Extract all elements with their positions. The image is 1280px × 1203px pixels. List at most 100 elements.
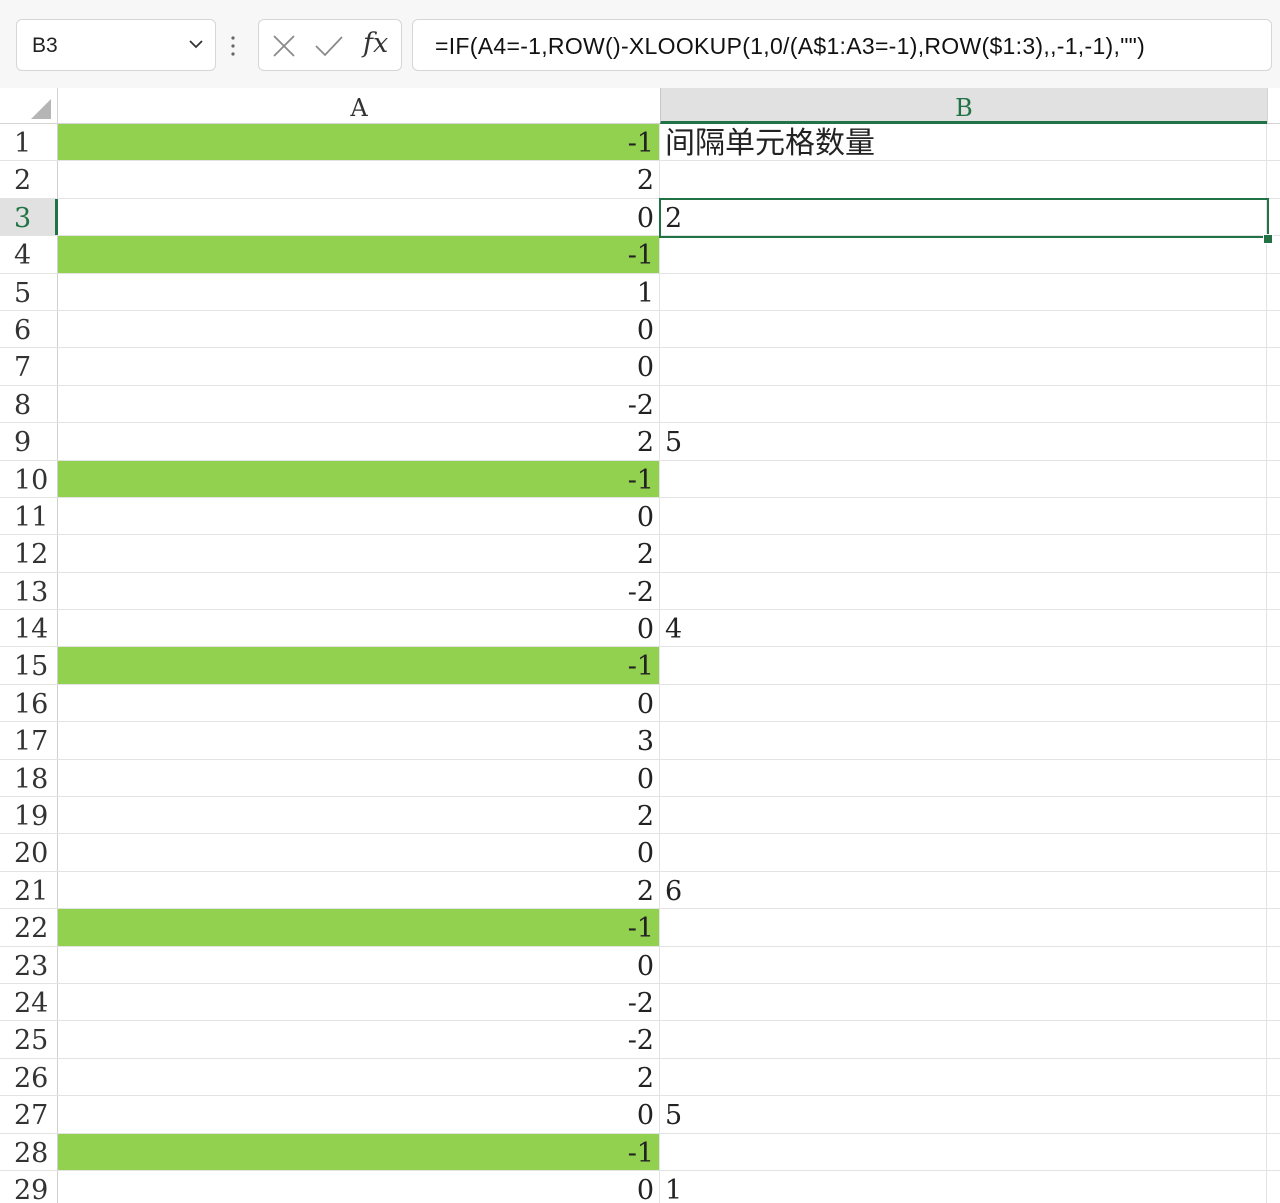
cell-b[interactable] (660, 759, 1267, 797)
cell-a[interactable]: 0 (58, 497, 660, 535)
row-header[interactable]: 27 (0, 1096, 58, 1133)
row-header[interactable]: 26 (0, 1058, 58, 1096)
row-header[interactable]: 28 (0, 1133, 58, 1170)
row-header[interactable]: 17 (0, 722, 58, 759)
row-header[interactable]: 20 (0, 834, 58, 871)
cell-b[interactable] (660, 909, 1267, 946)
row-header[interactable]: 25 (0, 1021, 58, 1058)
row-header[interactable]: 21 (0, 871, 58, 909)
cell-a[interactable]: -1 (58, 124, 660, 161)
row-header[interactable]: 19 (0, 797, 58, 834)
cell-a[interactable]: 2 (58, 871, 660, 909)
cell-b[interactable] (660, 310, 1267, 348)
cell-a[interactable]: -1 (58, 460, 660, 497)
cell-a[interactable]: 0 (58, 198, 660, 236)
row-header[interactable]: 22 (0, 909, 58, 946)
row-header[interactable]: 24 (0, 983, 58, 1021)
cell-b[interactable] (660, 535, 1267, 572)
row-header[interactable]: 2 (0, 161, 58, 198)
row-header[interactable]: 4 (0, 236, 58, 273)
row-header[interactable]: 1 (0, 124, 58, 161)
cell-b[interactable] (660, 1058, 1267, 1096)
cell-a[interactable]: 0 (58, 759, 660, 797)
cell-a[interactable]: 0 (58, 1170, 660, 1203)
select-all-corner[interactable] (0, 88, 58, 124)
cell-b[interactable]: 4 (660, 610, 1267, 647)
row-header[interactable]: 29 (0, 1170, 58, 1203)
enter-check-icon[interactable] (313, 33, 345, 59)
cell-b[interactable]: 间隔单元格数量 (660, 124, 1267, 161)
fill-handle[interactable] (1263, 234, 1273, 244)
cancel-icon[interactable] (271, 33, 297, 59)
cell-b[interactable] (660, 460, 1267, 497)
cell-a[interactable]: -2 (58, 572, 660, 610)
cell-b[interactable] (660, 946, 1267, 983)
insert-function-icon[interactable]: fx (363, 28, 388, 59)
row-header[interactable]: 10 (0, 460, 58, 497)
column-header-b[interactable]: B (660, 88, 1267, 124)
column-header-c[interactable] (1267, 88, 1280, 124)
cell-b[interactable] (660, 572, 1267, 610)
cell-b[interactable]: 1 (660, 1170, 1267, 1203)
cell-a[interactable]: -1 (58, 647, 660, 684)
chevron-down-icon[interactable] (187, 35, 205, 53)
row-header[interactable]: 6 (0, 310, 58, 348)
cell-a[interactable]: 0 (58, 684, 660, 722)
cell-a[interactable]: -1 (58, 1133, 660, 1170)
cell-b[interactable]: 6 (660, 871, 1267, 909)
name-box[interactable]: B3 (16, 19, 216, 71)
cell-a[interactable]: 0 (58, 310, 660, 348)
cell-a[interactable]: 2 (58, 1058, 660, 1096)
cell-a[interactable]: 0 (58, 610, 660, 647)
row-header[interactable]: 14 (0, 610, 58, 647)
cell-a[interactable]: 0 (58, 348, 660, 385)
cell-a[interactable]: 1 (58, 273, 660, 310)
cell-b[interactable]: 5 (660, 423, 1267, 460)
cell-a[interactable]: -2 (58, 385, 660, 423)
cell-b[interactable] (660, 797, 1267, 834)
cell-a[interactable]: -2 (58, 1021, 660, 1058)
cell-b[interactable] (660, 497, 1267, 535)
cell-b[interactable]: 5 (660, 1096, 1267, 1133)
row-header[interactable]: 18 (0, 759, 58, 797)
cell-b[interactable]: 2 (660, 198, 1267, 236)
cell-b[interactable] (660, 834, 1267, 871)
cell-b[interactable] (660, 236, 1267, 273)
row-header[interactable]: 7 (0, 348, 58, 385)
cell-b[interactable] (660, 722, 1267, 759)
row-header[interactable]: 16 (0, 684, 58, 722)
cell-a[interactable]: 2 (58, 423, 660, 460)
column-header-a[interactable]: A (58, 88, 660, 124)
more-options-icon[interactable] (230, 34, 236, 58)
cell-b[interactable] (660, 273, 1267, 310)
formula-input[interactable]: =IF(A4=-1,ROW()-XLOOKUP(1,0/(A$1:A3=-1),… (412, 19, 1272, 71)
row-header[interactable]: 3 (0, 198, 58, 236)
cell-b[interactable] (660, 1133, 1267, 1170)
cell-a[interactable]: -1 (58, 909, 660, 946)
cell-b[interactable] (660, 684, 1267, 722)
cell-b[interactable] (660, 647, 1267, 684)
row-header[interactable]: 5 (0, 273, 58, 310)
cell-a[interactable]: 0 (58, 1096, 660, 1133)
cell-b[interactable] (660, 1021, 1267, 1058)
cell-a[interactable]: 2 (58, 161, 660, 198)
cell-a[interactable]: 2 (58, 797, 660, 834)
cell-a[interactable]: -2 (58, 983, 660, 1021)
cell-b[interactable] (660, 385, 1267, 423)
row-header[interactable]: 11 (0, 497, 58, 535)
row-header[interactable]: 8 (0, 385, 58, 423)
cell-a[interactable]: 3 (58, 722, 660, 759)
cell-a[interactable]: 0 (58, 834, 660, 871)
cell-b[interactable] (660, 161, 1267, 198)
cell-a[interactable]: 0 (58, 946, 660, 983)
row-header[interactable]: 9 (0, 423, 58, 460)
cell-b[interactable] (660, 983, 1267, 1021)
cell-a[interactable]: -1 (58, 236, 660, 273)
row-header[interactable]: 15 (0, 647, 58, 684)
name-box-value: B3 (32, 34, 58, 57)
row-header[interactable]: 23 (0, 946, 58, 983)
row-header[interactable]: 12 (0, 535, 58, 572)
cell-b[interactable] (660, 348, 1267, 385)
cell-a[interactable]: 2 (58, 535, 660, 572)
row-header[interactable]: 13 (0, 572, 58, 610)
